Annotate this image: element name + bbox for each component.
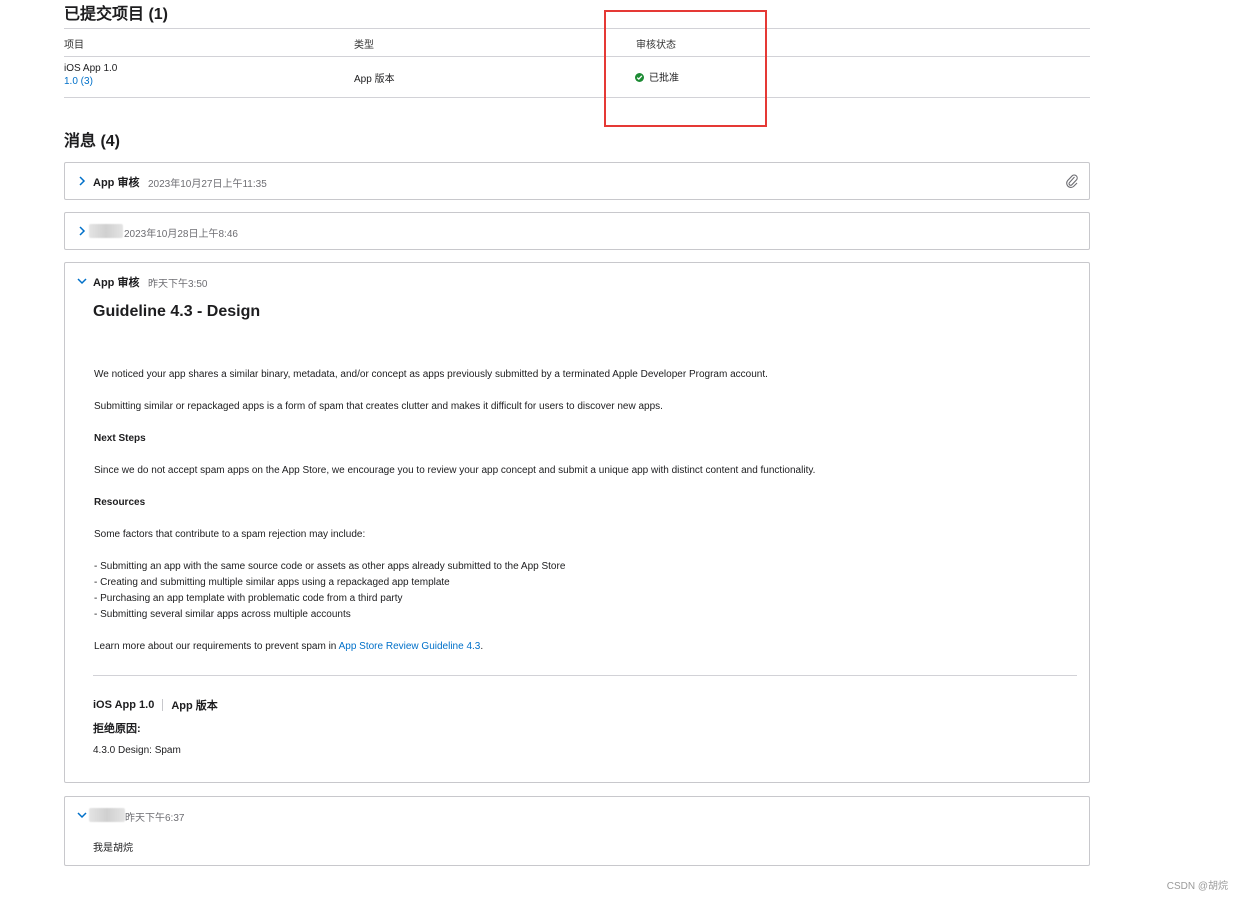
chevron-down-icon[interactable] — [75, 808, 89, 822]
divider — [64, 28, 1090, 29]
reject-label: 拒绝原因: — [93, 723, 141, 735]
redacted-sender — [89, 224, 123, 238]
highlight-box — [604, 10, 767, 127]
message-time: 2023年10月27日上午11:35 — [148, 179, 267, 190]
messages-heading: 消息 (4) — [64, 133, 121, 150]
message-sender: App 审核 — [93, 177, 140, 189]
message-time: 2023年10月28日上午8:46 — [124, 229, 238, 240]
footer-app: iOS App 1.0 — [93, 699, 155, 711]
redacted-sender — [89, 808, 125, 822]
learn-more-text: Learn more about our requirements to pre… — [94, 641, 339, 652]
item-version-link[interactable]: 1.0 (3) — [64, 76, 117, 87]
list-item: - Purchasing an app template with proble… — [94, 593, 403, 604]
message-time: 昨天下午6:37 — [125, 813, 185, 824]
message-card-expanded: 昨天下午6:37 我是胡烷 — [64, 796, 1090, 866]
column-header-item: 项目 — [64, 40, 84, 51]
paragraph: We noticed your app shares a similar bin… — [94, 369, 768, 380]
footer-type: App 版本 — [171, 700, 218, 712]
message-time: 昨天下午3:50 — [148, 279, 208, 290]
submitted-heading: 已提交项目 (1) — [64, 6, 169, 23]
separator — [162, 699, 164, 711]
divider — [93, 675, 1077, 676]
paragraph: Some factors that contribute to a spam r… — [94, 529, 366, 540]
attachment-icon[interactable] — [1065, 173, 1079, 194]
reject-value: 4.3.0 Design: Spam — [93, 745, 181, 756]
list-item: - Submitting several similar apps across… — [94, 609, 351, 620]
table-row[interactable]: iOS App 1.0 1.0 (3) — [64, 63, 117, 87]
chevron-right-icon[interactable] — [75, 174, 89, 188]
section-heading: Resources — [94, 497, 146, 508]
footer-app-info: iOS App 1.0 App 版本 — [93, 697, 218, 713]
message-card-expanded: App 审核 昨天下午3:50 Guideline 4.3 - Design W… — [64, 262, 1090, 783]
item-type: App 版本 — [354, 74, 395, 85]
paragraph: Submitting similar or repackaged apps is… — [94, 401, 663, 412]
message-card[interactable]: 2023年10月28日上午8:46 — [64, 212, 1090, 250]
column-header-type: 类型 — [354, 40, 374, 51]
item-name: iOS App 1.0 — [64, 63, 118, 74]
watermark: CSDN @胡烷 — [1166, 881, 1228, 892]
learn-more-suffix: . — [480, 641, 484, 652]
divider — [64, 97, 1090, 98]
message-text: 我是胡烷 — [93, 843, 133, 854]
section-heading: Next Steps — [94, 433, 146, 444]
paragraph: Since we do not accept spam apps on the … — [94, 465, 816, 476]
chevron-down-icon[interactable] — [75, 274, 89, 288]
list-item: - Creating and submitting multiple simil… — [94, 577, 450, 588]
learn-more: Learn more about our requirements to pre… — [94, 641, 483, 652]
divider — [64, 56, 1090, 57]
guideline-link[interactable]: App Store Review Guideline 4.3 — [339, 641, 481, 652]
guideline-title: Guideline 4.3 - Design — [93, 303, 261, 320]
list-item: - Submitting an app with the same source… — [94, 561, 566, 572]
chevron-right-icon[interactable] — [75, 224, 89, 238]
message-sender: App 审核 — [93, 277, 140, 289]
message-card[interactable]: App 审核 2023年10月27日上午11:35 — [64, 162, 1090, 200]
